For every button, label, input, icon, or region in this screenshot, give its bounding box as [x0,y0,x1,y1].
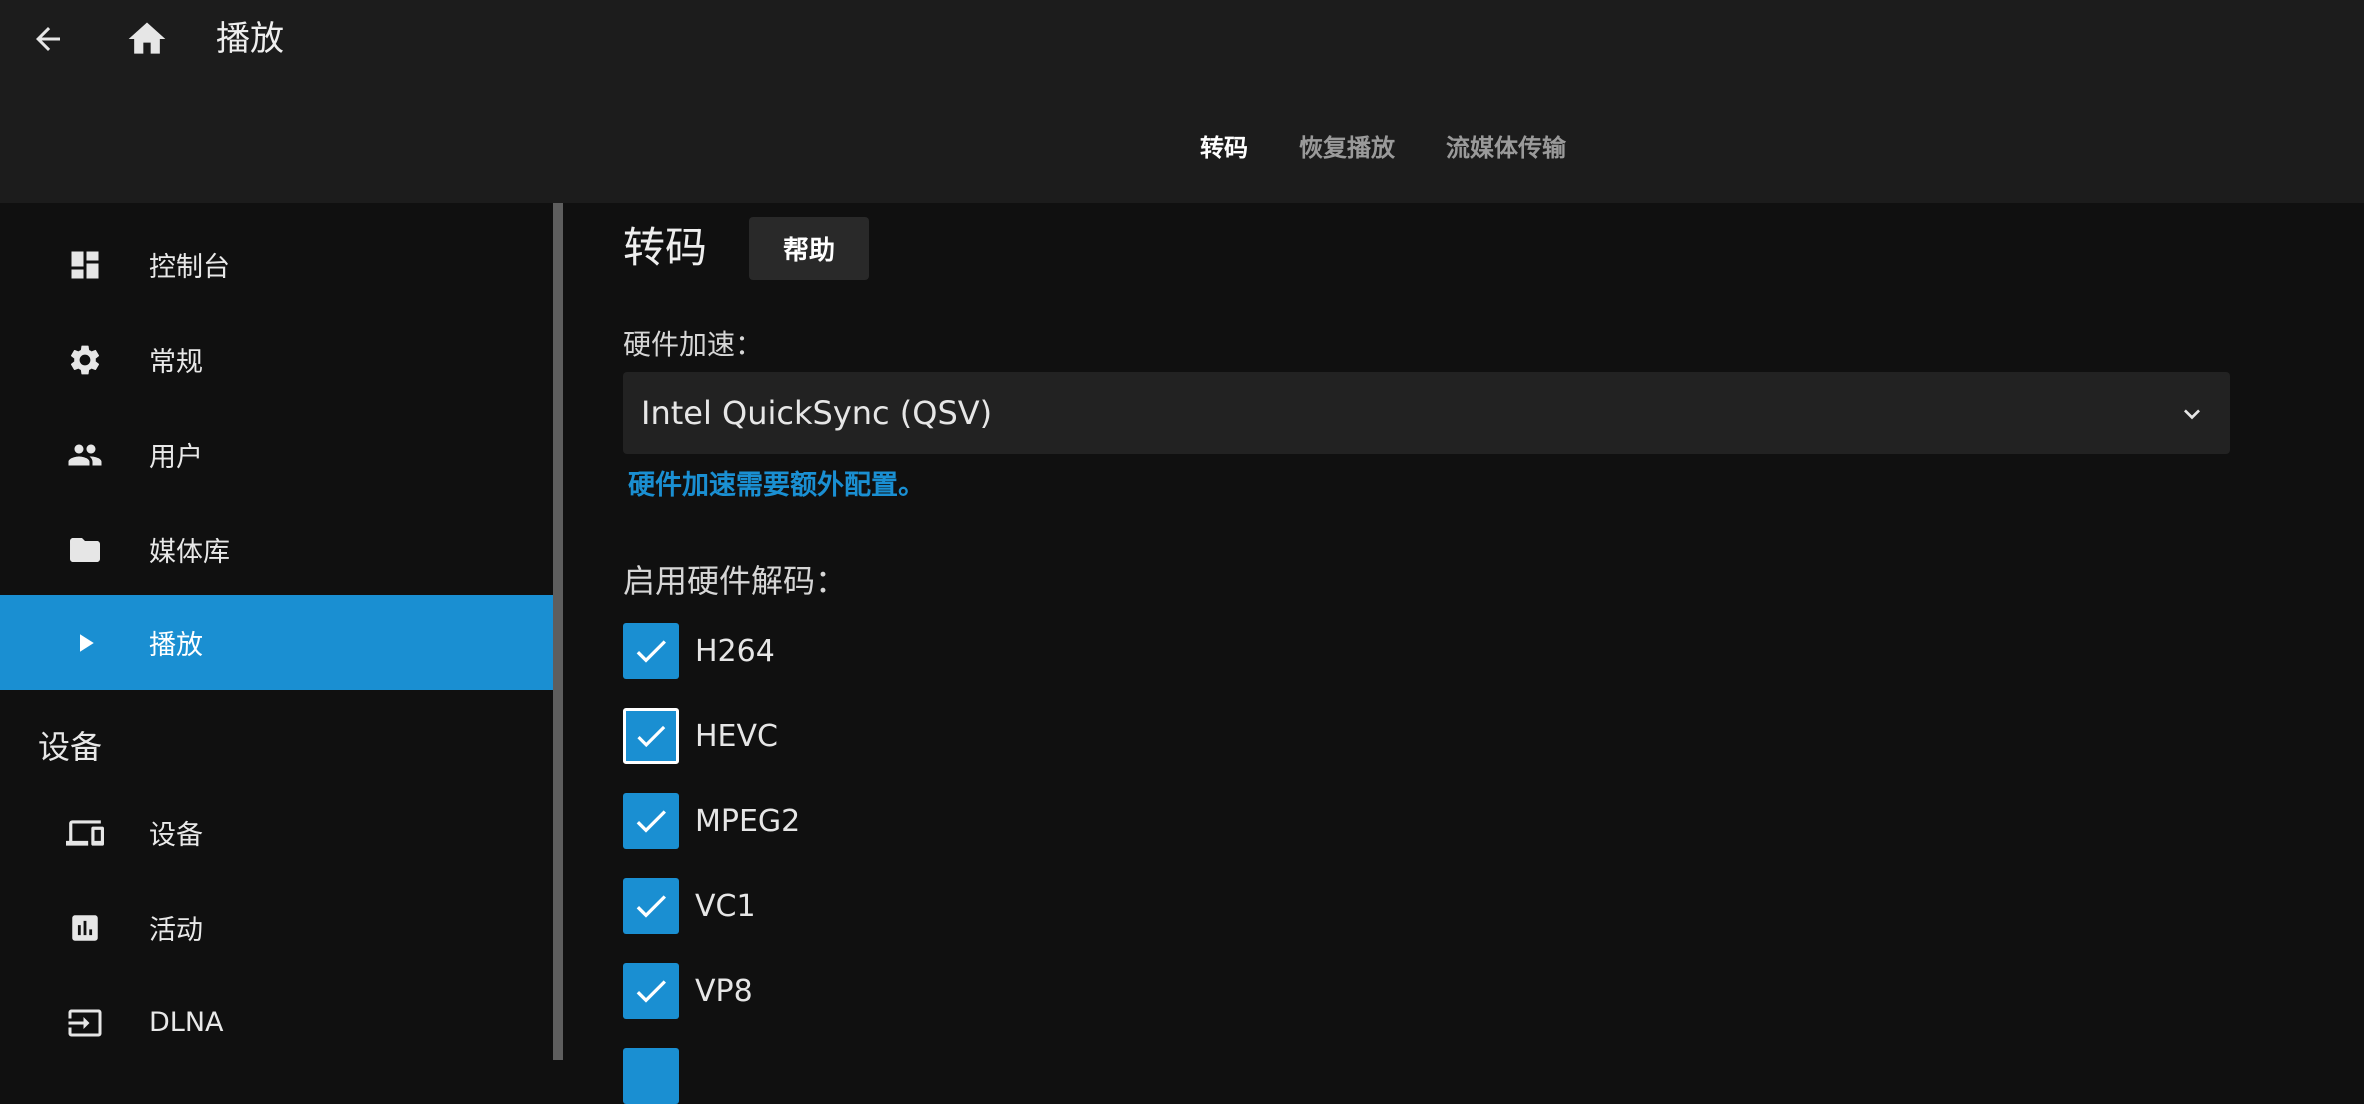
checkbox[interactable] [623,963,679,1019]
section-heading: 转码 [623,223,708,272]
arrow-back-icon [36,27,60,51]
checkbox[interactable] [623,1048,679,1104]
sidebar-item-playback[interactable]: 播放 [0,595,553,690]
sidebar-item-users[interactable]: 用户 [0,407,553,502]
decoder-vc1-checkbox[interactable]: VC1 [623,878,756,934]
tab-bar: 转码 恢复播放 流媒体传输 [1200,118,1617,178]
hw-accel-label: 硬件加速： [623,328,764,361]
app-header: 播放 转码 恢复播放 流媒体传输 [0,0,2364,203]
hw-accel-value: Intel QuickSync (QSV) [641,394,993,432]
sidebar-item-library[interactable]: 媒体库 [0,502,553,597]
tab-streaming[interactable]: 流媒体传输 [1446,118,1566,178]
sidebar-item-label: 媒体库 [149,537,230,568]
decoder-hevc-checkbox[interactable]: HEVC [623,708,778,764]
folder-icon [66,531,104,569]
dashboard-icon [66,246,104,284]
sidebar-item-label: 用户 [149,442,203,473]
sidebar: 控制台 常规 用户 媒体库 播放 设备 设备 活动 DLNA [0,203,553,1060]
chevron-down-icon [2184,409,2200,420]
sidebar-item-devices[interactable]: 设备 [0,785,553,880]
tab-resume[interactable]: 恢复播放 [1299,118,1395,178]
checkbox[interactable] [623,878,679,934]
sidebar-item-label: 播放 [149,630,203,661]
sidebar-item-label: DLNA [149,1007,224,1038]
play-icon [66,624,104,662]
devices-icon [66,814,104,852]
home-button[interactable] [120,12,174,66]
checkmark-icon [636,895,666,918]
sidebar-item-dlna[interactable]: DLNA [0,975,553,1070]
checkmark-icon [637,725,666,748]
tab-transcoding[interactable]: 转码 [1200,118,1248,178]
back-button[interactable] [21,12,75,66]
checkbox-label: VC1 [695,888,756,924]
checkbox[interactable] [623,708,679,764]
decoder-next-checkbox[interactable] [623,1048,679,1104]
hw-accel-select[interactable]: Intel QuickSync (QSV) [623,372,2230,454]
sidebar-item-general[interactable]: 常规 [0,312,553,407]
decoder-h264-checkbox[interactable]: H264 [623,623,775,679]
main-content: 转码 帮助 硬件加速： Intel QuickSync (QSV) 硬件加速需要… [563,203,2364,1104]
sidebar-item-label: 控制台 [149,252,230,283]
checkmark-icon [636,980,666,1003]
checkbox[interactable] [623,623,679,679]
checkbox-label: VP8 [695,973,753,1009]
people-icon [66,436,104,474]
sidebar-item-dashboard[interactable]: 控制台 [0,217,553,312]
checkbox-label: HEVC [695,718,778,754]
checkmark-icon [636,810,666,833]
sidebar-item-label: 常规 [149,347,203,378]
decoder-mpeg2-checkbox[interactable]: MPEG2 [623,793,800,849]
help-button[interactable]: 帮助 [749,217,869,280]
sidebar-item-label: 设备 [149,820,203,851]
page-title: 播放 [216,19,284,59]
sidebar-section-devices: 设备 [38,728,103,766]
activity-chart-icon [66,909,104,947]
checkbox-label: MPEG2 [695,803,801,839]
sidebar-scrollbar[interactable] [553,203,563,1060]
home-icon [128,22,166,54]
checkmark-icon [636,640,666,663]
checkbox-label: H264 [695,633,775,669]
input-icon [66,1004,104,1042]
sidebar-item-activity[interactable]: 活动 [0,880,553,975]
sidebar-item-label: 活动 [149,915,203,946]
decoder-vp8-checkbox[interactable]: VP8 [623,963,753,1019]
gear-icon [66,341,104,379]
hw-accel-help-link[interactable]: 硬件加速需要额外配置。 [628,463,925,502]
hw-decode-label: 启用硬件解码： [623,562,848,600]
checkbox[interactable] [623,793,679,849]
